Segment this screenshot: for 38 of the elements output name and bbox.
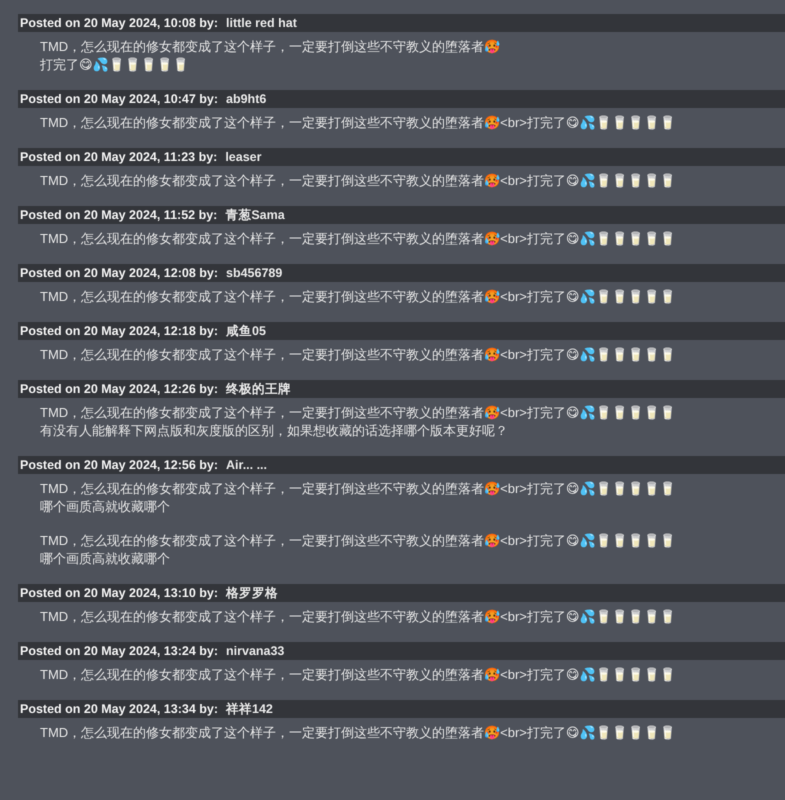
comment-text: TMD，怎么现在的修女都变成了这个样子，一定要打倒这些不守教义的堕落者🥵<br>打完了😋💦🥛🥛🥛🥛🥛 [40,724,676,742]
post-date: Posted on 20 May 2024, 10:47 by: [20,92,218,106]
post-author: 格罗罗格 [226,584,278,602]
post-date: Posted on 20 May 2024, 12:18 by: [20,324,218,338]
comment-text: TMD，怎么现在的修女都变成了这个样子，一定要打倒这些不守教义的堕落者🥵 [40,38,500,56]
comment-text: TMD，怎么现在的修女都变成了这个样子，一定要打倒这些不守教义的堕落者🥵<br>打完了😋💦🥛🥛🥛🥛🥛 [40,288,676,306]
comment-text: TMD，怎么现在的修女都变成了这个样子，一定要打倒这些不守教义的堕落者🥵<br>打完了😋💦🥛🥛🥛🥛🥛 [40,346,676,364]
post-author: leaser [225,150,262,164]
comment-text: 打完了😋💦🥛🥛🥛🥛🥛 [40,56,189,74]
post-date: Posted on 20 May 2024, 11:23 by: [20,150,218,164]
comment-text: TMD，怎么现在的修女都变成了这个样子，一定要打倒这些不守教义的堕落者🥵<br>打完了😋💦🥛🥛🥛🥛🥛 [40,532,676,550]
post-date: Posted on 20 May 2024, 11:52 by: [20,208,218,222]
comment-text: TMD，怎么现在的修女都变成了这个样子，一定要打倒这些不守教义的堕落者🥵<br>打完了😋💦🥛🥛🥛🥛🥛 [40,608,676,626]
post-author: 青葱Sama [225,206,285,224]
comment-text: TMD，怎么现在的修女都变成了这个样子，一定要打倒这些不守教义的堕落者🥵<br>打完了😋💦🥛🥛🥛🥛🥛 [40,114,676,132]
comment-text: 有没有人能解释下网点版和灰度版的区别，如果想收藏的话选择哪个版本更好呢？ [40,422,508,440]
post-author: nirvana33 [226,644,284,658]
comment-text: TMD，怎么现在的修女都变成了这个样子，一定要打倒这些不守教义的堕落者🥵<br>打完了😋💦🥛🥛🥛🥛🥛 [40,480,676,498]
comment-text: 哪个画质高就收藏哪个 [40,550,170,568]
post-author: 终极的王牌 [226,380,292,398]
comment-text: 哪个画质高就收藏哪个 [40,498,170,516]
post-date: Posted on 20 May 2024, 13:10 by: [20,586,218,600]
post-date: Posted on 20 May 2024, 10:08 by: [20,16,218,30]
post-author: sb456789 [226,266,282,280]
post-date: Posted on 20 May 2024, 13:34 by: [20,702,218,716]
post-author: 祥祥142 [226,700,273,718]
post-author: ab9ht6 [226,92,266,106]
comment-text: TMD，怎么现在的修女都变成了这个样子，一定要打倒这些不守教义的堕落者🥵<br>打完了😋💦🥛🥛🥛🥛🥛 [40,404,676,422]
post-date: Posted on 20 May 2024, 12:56 by: [20,458,218,472]
post-author: 咸鱼05 [226,322,266,340]
post-date: Posted on 20 May 2024, 12:26 by: [20,382,218,396]
post-author: Air... ... [226,458,268,472]
comment-text: TMD，怎么现在的修女都变成了这个样子，一定要打倒这些不守教义的堕落者🥵<br>打完了😋💦🥛🥛🥛🥛🥛 [40,230,676,248]
comment-text: TMD，怎么现在的修女都变成了这个样子，一定要打倒这些不守教义的堕落者🥵<br>打完了😋💦🥛🥛🥛🥛🥛 [40,172,676,190]
comment-text: TMD，怎么现在的修女都变成了这个样子，一定要打倒这些不守教义的堕落者🥵<br>打完了😋💦🥛🥛🥛🥛🥛 [40,666,676,684]
post-author: little red hat [226,16,297,30]
post-date: Posted on 20 May 2024, 13:24 by: [20,644,218,658]
post-date: Posted on 20 May 2024, 12:08 by: [20,266,218,280]
